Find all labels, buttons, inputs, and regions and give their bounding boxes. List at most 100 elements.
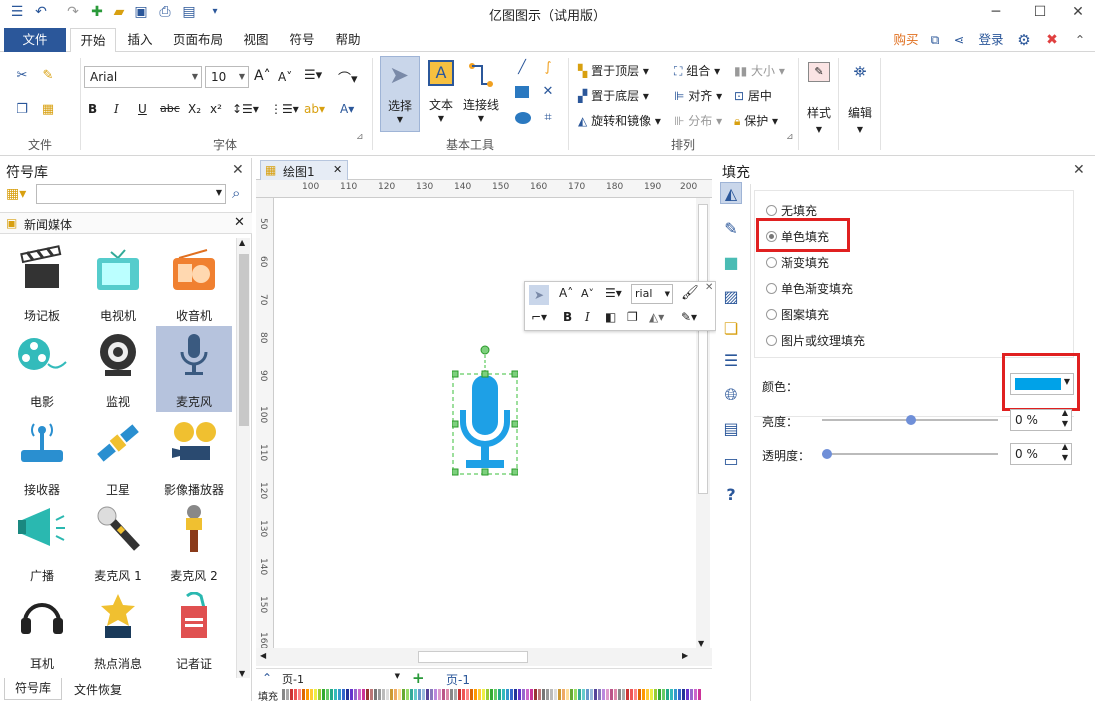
palette-swatch[interactable]: [478, 689, 481, 700]
spinner-icon[interactable]: ▲ ▼: [1062, 441, 1068, 463]
page-up-icon[interactable]: ⌃: [262, 671, 272, 685]
shadow-icon[interactable]: ◧: [605, 310, 616, 324]
palette-swatch[interactable]: [486, 689, 489, 700]
palette-swatch[interactable]: [490, 689, 493, 700]
palette-swatch[interactable]: [470, 689, 473, 700]
palette-swatch[interactable]: [366, 689, 369, 700]
scroll-down-icon[interactable]: ▼: [239, 669, 245, 678]
canvas-vertical-scrollbar[interactable]: ▼: [696, 198, 710, 648]
palette-swatch[interactable]: [642, 689, 645, 700]
palette-swatch[interactable]: [358, 689, 361, 700]
radio-pattern-fill[interactable]: 图案填充: [766, 306, 829, 323]
palette-swatch[interactable]: [590, 689, 593, 700]
palette-swatch[interactable]: [314, 689, 317, 700]
palette-swatch[interactable]: [538, 689, 541, 700]
palette-swatch[interactable]: [586, 689, 589, 700]
minimize-icon[interactable]: ─: [976, 0, 1016, 26]
format-painter-icon[interactable]: ✂: [14, 68, 30, 84]
palette-swatch[interactable]: [342, 689, 345, 700]
slider-handle[interactable]: [822, 449, 832, 459]
curve-icon[interactable]: ∫: [540, 60, 556, 76]
radio-picture-fill[interactable]: 图片或纹理填充: [766, 332, 865, 349]
protect-button[interactable]: 🔒︎ 保护 ▾: [734, 112, 778, 129]
style-button[interactable]: ✎ 样式 ▼: [804, 60, 834, 140]
palette-swatch[interactable]: [534, 689, 537, 700]
scrollbar-thumb[interactable]: [418, 651, 528, 663]
palette-swatch[interactable]: [666, 689, 669, 700]
tab-help[interactable]: 帮助: [328, 28, 368, 52]
palette-swatch[interactable]: [654, 689, 657, 700]
scroll-down-icon[interactable]: ▼: [698, 639, 704, 648]
close-icon[interactable]: ✕: [1073, 162, 1085, 178]
palette-swatch[interactable]: [414, 689, 417, 700]
palette-swatch[interactable]: [306, 689, 309, 700]
palette-swatch[interactable]: [582, 689, 585, 700]
grow-font-icon[interactable]: A˄: [559, 286, 573, 300]
palette-swatch[interactable]: [690, 689, 693, 700]
notes-icon[interactable]: ▤: [720, 418, 742, 440]
share-screen-icon[interactable]: ⧉: [926, 28, 944, 52]
symbol-microphone-2[interactable]: 麦克风 2: [156, 500, 232, 586]
symbol-press-card[interactable]: 记者证: [156, 588, 232, 674]
select-tool-button[interactable]: ➤ 选择 ▼: [380, 56, 420, 132]
cursor-icon[interactable]: ➤: [529, 285, 549, 305]
radio-gradient-fill[interactable]: 渐变填充: [766, 254, 829, 271]
palette-swatch[interactable]: [638, 689, 641, 700]
library-menu-icon[interactable]: ▦▾: [6, 186, 26, 202]
paste-icon[interactable]: ▦: [40, 102, 56, 118]
palette-swatch[interactable]: [598, 689, 601, 700]
tab-file[interactable]: 文件: [4, 28, 66, 52]
brush-icon[interactable]: ✎: [40, 68, 56, 84]
palette-swatch[interactable]: [674, 689, 677, 700]
palette-swatch[interactable]: [454, 689, 457, 700]
palette-swatch[interactable]: [406, 689, 409, 700]
tab-home[interactable]: 开始: [70, 28, 116, 53]
palette-swatch[interactable]: [526, 689, 529, 700]
tab-symbol[interactable]: 符号: [282, 28, 322, 52]
palette-swatch[interactable]: [386, 689, 389, 700]
size-button[interactable]: ▮▮ 大小 ▾: [734, 62, 785, 79]
palette-swatch[interactable]: [310, 689, 313, 700]
collapse-ribbon-icon[interactable]: ⌃: [1070, 28, 1090, 52]
palette-swatch[interactable]: [434, 689, 437, 700]
connector-tool-button[interactable]: 连接线 ▼: [460, 56, 502, 132]
align-text-icon[interactable]: ☰▾: [304, 68, 322, 83]
palette-swatch[interactable]: [622, 689, 625, 700]
palette-swatch[interactable]: [370, 689, 373, 700]
close-icon[interactable]: ✕: [234, 215, 245, 230]
subscript-icon[interactable]: X₂: [188, 102, 201, 116]
palette-swatch[interactable]: [610, 689, 613, 700]
ellipse-icon[interactable]: [515, 112, 531, 124]
tab-file-recovery[interactable]: 文件恢复: [66, 680, 130, 700]
palette-swatch[interactable]: [650, 689, 653, 700]
rectangle-icon[interactable]: [515, 86, 529, 98]
palette-swatch[interactable]: [594, 689, 597, 700]
palette-swatch[interactable]: [606, 689, 609, 700]
palette-swatch[interactable]: [474, 689, 477, 700]
palette-swatch[interactable]: [686, 689, 689, 700]
symbol-projector[interactable]: 影像播放器: [156, 414, 232, 500]
palette-swatch[interactable]: [354, 689, 357, 700]
palette-swatch[interactable]: [506, 689, 509, 700]
palette-swatch[interactable]: [466, 689, 469, 700]
symbol-microphone-1[interactable]: 麦克风 1: [80, 500, 156, 586]
palette-swatch[interactable]: [390, 689, 393, 700]
search-icon[interactable]: ⌕: [232, 184, 240, 202]
document-list-icon[interactable]: ☰: [720, 350, 742, 372]
palette-swatch[interactable]: [302, 689, 305, 700]
font-name-select[interactable]: Arial ▼: [84, 66, 202, 88]
tab-insert[interactable]: 插入: [120, 28, 160, 52]
line-pen-icon[interactable]: ✎: [720, 218, 742, 240]
palette-swatch[interactable]: [378, 689, 381, 700]
palette-swatch[interactable]: [382, 689, 385, 700]
symbol-tv[interactable]: 电视机: [80, 240, 156, 326]
connector-style-icon[interactable]: ⌐▾: [531, 310, 547, 324]
palette-swatch[interactable]: [554, 689, 557, 700]
symbol-broadcast[interactable]: 广播: [4, 500, 80, 586]
layers-icon[interactable]: ❏: [720, 318, 742, 340]
line-icon[interactable]: ╱: [514, 60, 530, 76]
category-header[interactable]: ▣ 新闻媒体 ✕: [0, 212, 252, 234]
copy-style-icon[interactable]: ❐: [627, 310, 638, 324]
text-direction-icon[interactable]: ⌒▾: [338, 68, 358, 87]
palette-swatch[interactable]: [602, 689, 605, 700]
